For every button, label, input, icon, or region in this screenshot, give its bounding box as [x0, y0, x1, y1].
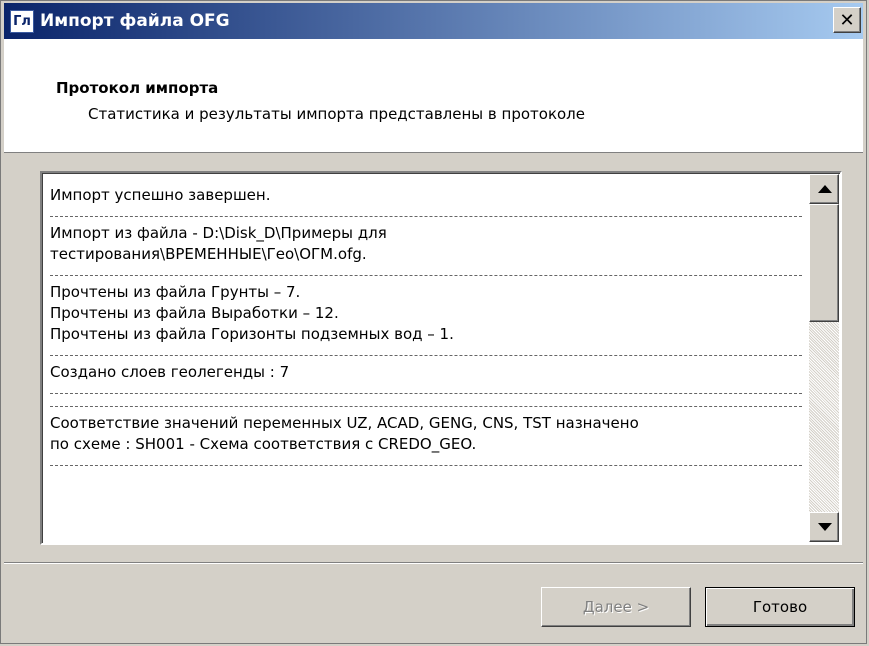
next-accel: Д [582, 598, 595, 616]
log-line: Соответствие значений переменных UZ, ACA… [50, 414, 639, 432]
scroll-down-button[interactable] [809, 512, 839, 542]
scroll-thumb[interactable] [809, 204, 839, 322]
log-line: Создано слоев геолегенды : 7 [50, 363, 290, 381]
app-icon: Гл [10, 10, 34, 33]
log-block: Соответствие значений переменных UZ, ACA… [50, 407, 802, 466]
log-block: Импорт из файла - D:\Disk_D\Примеры для … [50, 217, 802, 276]
log-line: Прочтены из файла Выработки – 12. [50, 304, 339, 322]
import-dialog: Гл Импорт файла OFG ✕ Протокол импорта С… [0, 0, 867, 644]
close-icon: ✕ [839, 10, 855, 31]
window-title: Импорт файла OFG [40, 11, 230, 31]
log-line: Прочтены из файла Горизонты подземных во… [50, 325, 454, 343]
log-line: Импорт из файла - D:\Disk_D\Примеры для [50, 224, 387, 242]
vertical-scrollbar[interactable] [809, 174, 839, 542]
log-block: Создано слоев геолегенды : 7 [50, 356, 802, 394]
arrow-down-icon [818, 523, 832, 531]
page-subtitle: Статистика и результаты импорта представ… [88, 105, 585, 123]
page-title: Протокол импорта [56, 79, 219, 97]
log-block-empty [50, 394, 802, 407]
wizard-header: Протокол импорта Статистика и результаты… [4, 39, 863, 153]
close-button[interactable]: ✕ [833, 7, 861, 33]
log-content: Импорт успешно завершен. Импорт из файла… [50, 179, 802, 466]
log-line: Прочтены из файла Грунты – 7. [50, 283, 301, 301]
log-block: Импорт успешно завершен. [50, 179, 802, 217]
log-line: по схеме : SH001 - Схема соответствия с … [50, 435, 477, 453]
done-button[interactable]: Готово [705, 587, 855, 627]
divider [4, 562, 863, 564]
title-bar[interactable]: Гл Импорт файла OFG ✕ [4, 3, 863, 39]
scroll-up-button[interactable] [809, 174, 839, 204]
log-block: Прочтены из файла Грунты – 7. Прочтены и… [50, 276, 802, 356]
arrow-up-icon [818, 185, 832, 193]
log-line: Импорт успешно завершен. [50, 186, 271, 204]
log-line: тестирования\ВРЕМЕННЫЕ\Гео\ОГМ.ofg. [50, 245, 367, 263]
next-button[interactable]: Далее > [541, 587, 691, 627]
import-log[interactable]: Импорт успешно завершен. Импорт из файла… [40, 171, 842, 545]
next-label: алее > [594, 598, 650, 616]
